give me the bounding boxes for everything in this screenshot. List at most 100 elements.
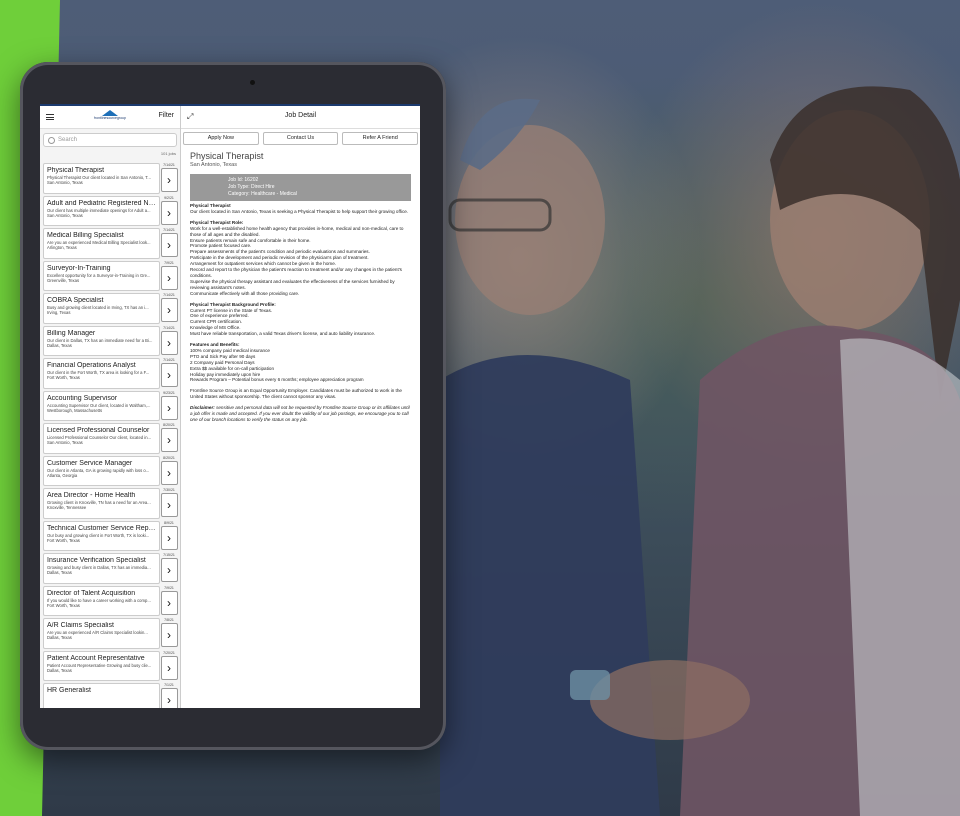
role-line: Record and report to the physician the p…: [190, 267, 402, 278]
list-item[interactable]: Area Director - Home Health Growing clie…: [43, 488, 178, 519]
job-type: Job Type: Direct Hire: [228, 184, 275, 190]
job-card[interactable]: Adult and Pediatric Registered Nurse Our…: [43, 195, 160, 226]
list-item[interactable]: Billing Manager Our client in Dallas, TX…: [43, 325, 178, 356]
list-item[interactable]: Technical Customer Service Represe... Ou…: [43, 520, 178, 551]
job-location: San Antonio, Texas: [47, 212, 83, 218]
list-item[interactable]: Customer Service Manager Our client in A…: [43, 455, 178, 486]
job-card[interactable]: COBRA Specialist Busy and growing client…: [43, 293, 160, 324]
job-date: 7/9/21: [164, 260, 174, 265]
job-description: Physical Therapist Our client located in…: [190, 203, 411, 423]
job-card[interactable]: Physical Therapist Physical Therapist Ou…: [43, 163, 160, 194]
chevron-right-icon[interactable]: ›: [160, 363, 178, 387]
chevron-right-icon[interactable]: ›: [160, 395, 178, 420]
chevron-right-icon[interactable]: ›: [160, 233, 178, 257]
job-card[interactable]: Insurance Verification Specialist Growin…: [43, 553, 160, 584]
job-location: Atlanta, Georgia: [47, 472, 78, 478]
list-item[interactable]: Adult and Pediatric Registered Nurse Our…: [43, 195, 178, 226]
job-location: Westborough, Massachusetts: [47, 407, 103, 413]
action-buttons: Apply Now Contact Us Refer A Friend: [181, 129, 420, 145]
chevron-right-icon[interactable]: ›: [160, 590, 178, 615]
list-item[interactable]: HR Generalist 7/1/21 ›: [43, 683, 178, 708]
page-title: Job Detail: [284, 112, 317, 119]
search-input[interactable]: Search: [43, 133, 177, 147]
job-card[interactable]: Billing Manager Our client in Dallas, TX…: [43, 325, 160, 356]
job-desc: Accounting Supervisor Our client, locate…: [47, 402, 151, 408]
job-location: Fort Worth, Texas: [47, 537, 80, 543]
job-card[interactable]: Technical Customer Service Represe... Ou…: [43, 520, 160, 551]
job-location: Irving, Texas: [47, 310, 71, 315]
menu-icon[interactable]: [46, 113, 54, 122]
job-location: Dallas, Texas: [47, 342, 72, 348]
list-item[interactable]: COBRA Specialist Busy and growing client…: [43, 293, 178, 324]
list-item[interactable]: Financial Operations Analyst Our client …: [43, 358, 178, 389]
chevron-right-icon[interactable]: ›: [160, 428, 178, 452]
list-item[interactable]: Director of Talent Acquisition If you wo…: [43, 585, 178, 616]
search-icon: [48, 136, 55, 144]
job-title: Physical Therapist: [47, 167, 105, 174]
job-title: Billing Manager: [47, 329, 96, 337]
list-item[interactable]: A/R Claims Specialist Are you an experie…: [43, 618, 178, 649]
chevron-right-icon[interactable]: ›: [160, 525, 178, 550]
chevron-right-icon[interactable]: ›: [160, 298, 178, 322]
refer-friend-button[interactable]: Refer A Friend: [342, 132, 419, 145]
job-date: 8/20/21: [163, 455, 175, 460]
job-location: Greenville, Texas: [47, 277, 80, 283]
job-location: Dallas, Texas: [47, 570, 72, 575]
job-title: A/R Claims Specialist: [47, 622, 114, 629]
chevron-right-icon[interactable]: ›: [160, 688, 178, 708]
job-detail-panel: ⤢ Job Detail Apply Now Contact Us Refer …: [181, 106, 420, 708]
job-card[interactable]: Area Director - Home Health Growing clie…: [43, 488, 160, 519]
filter-button[interactable]: Filter: [158, 112, 174, 119]
job-title: Licensed Professional Counselor: [47, 427, 150, 434]
chevron-right-icon[interactable]: ›: [160, 265, 178, 290]
chevron-right-icon[interactable]: ›: [160, 558, 178, 582]
chevron-right-icon[interactable]: ›: [160, 168, 178, 192]
job-date: 8/9/21: [164, 520, 174, 525]
disclaimer-text: sensitive and personal data will not be …: [190, 405, 410, 422]
chevron-right-icon[interactable]: ›: [160, 623, 178, 647]
chevron-right-icon[interactable]: ›: [160, 200, 178, 225]
job-card[interactable]: Financial Operations Analyst Our client …: [43, 358, 160, 389]
chevron-right-icon[interactable]: ›: [160, 655, 178, 680]
job-title: Patient Account Representative: [47, 654, 145, 662]
list-item[interactable]: Medical Billing Specialist Are you an ex…: [43, 228, 178, 259]
job-date: 9/23/21: [163, 390, 175, 395]
job-title: Insurance Verification Specialist: [47, 557, 146, 564]
search-placeholder: Search: [58, 137, 78, 143]
job-location: Dallas, Texas: [47, 667, 72, 673]
role-line: Work for a well-established home health …: [190, 225, 404, 237]
logo: frontlinesourcegroup: [90, 110, 130, 124]
job-desc: If you would like to have a career worki…: [47, 597, 151, 603]
job-title: Adult and Pediatric Registered Nurse: [47, 199, 156, 207]
job-date: 7/9/21: [164, 585, 174, 590]
job-card[interactable]: Surveyor-In-Training Excellent opportuni…: [43, 260, 160, 291]
list-item[interactable]: Surveyor-In-Training Excellent opportuni…: [43, 260, 178, 291]
chevron-right-icon[interactable]: ›: [160, 330, 178, 355]
list-item[interactable]: Patient Account Representative Patient A…: [43, 650, 178, 681]
job-location: Fort Worth, Texas: [47, 375, 80, 380]
apply-now-button[interactable]: Apply Now: [183, 132, 259, 145]
list-item[interactable]: Licensed Professional Counselor Licensed…: [43, 423, 178, 454]
contact-us-button[interactable]: Contact Us: [262, 132, 339, 145]
job-card[interactable]: Patient Account Representative Patient A…: [43, 650, 160, 681]
job-list: Physical Therapist Physical Therapist Ou…: [40, 163, 180, 708]
job-desc: Our client in Dallas, TX has an immediat…: [47, 337, 153, 343]
job-card[interactable]: Licensed Professional Counselor Licensed…: [43, 423, 160, 454]
list-item[interactable]: Accounting Supervisor Accounting Supervi…: [43, 390, 178, 421]
job-card[interactable]: HR Generalist: [43, 683, 160, 708]
disclaimer-label: Disclaimer:: [190, 405, 215, 411]
job-card[interactable]: Director of Talent Acquisition If you wo…: [43, 585, 160, 616]
job-desc: Patient Account Representative Growing a…: [47, 662, 152, 668]
job-card[interactable]: A/R Claims Specialist Are you an experie…: [43, 618, 160, 649]
job-card[interactable]: Customer Service Manager Our client in A…: [43, 455, 160, 486]
job-desc: Our busy and growing client in Fort Wort…: [47, 532, 150, 538]
job-title: Accounting Supervisor: [47, 394, 118, 402]
chevron-right-icon[interactable]: ›: [160, 493, 178, 517]
chevron-right-icon[interactable]: ›: [160, 460, 178, 485]
job-card[interactable]: Accounting Supervisor Accounting Supervi…: [43, 390, 160, 421]
job-desc: Our client in Atlanta, GA is growing rap…: [47, 467, 150, 473]
list-item[interactable]: Insurance Verification Specialist Growin…: [43, 553, 178, 584]
eeo-text: Frontline Source Group is an Equal Oppor…: [190, 388, 402, 400]
job-card[interactable]: Medical Billing Specialist Are you an ex…: [43, 228, 160, 259]
list-item[interactable]: Physical Therapist Physical Therapist Ou…: [43, 163, 178, 194]
